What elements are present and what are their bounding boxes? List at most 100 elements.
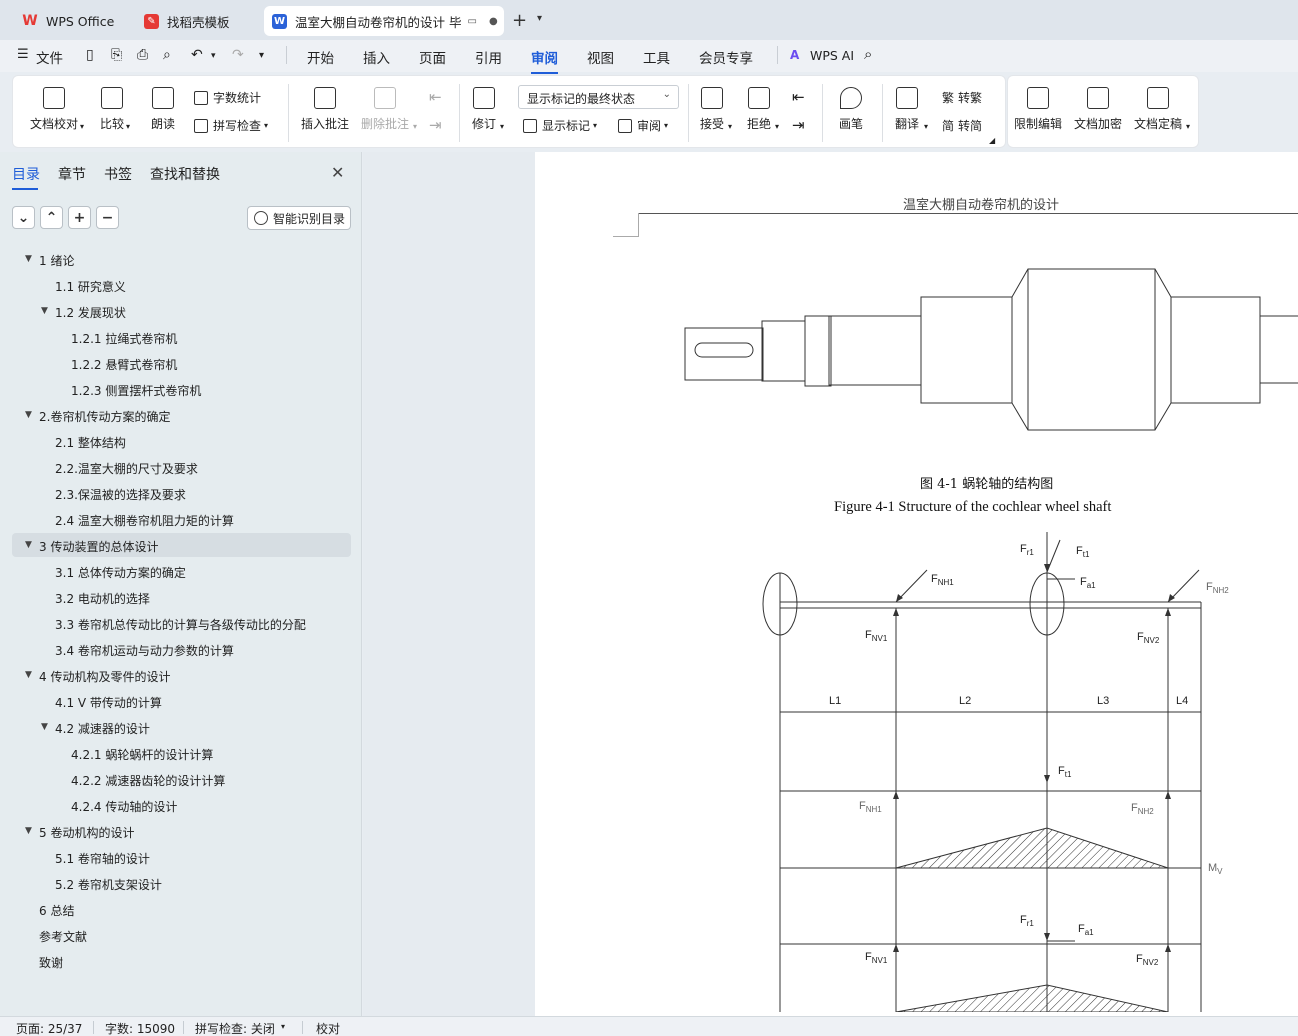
spell-check-button[interactable]: 拼写检查 ▾ — [194, 117, 268, 134]
tab-document[interactable]: W 温室大棚自动卷帘机的设计 毕 ▭ ● — [264, 6, 504, 36]
translate-button[interactable]: 翻译 — [895, 87, 919, 132]
toc-item[interactable]: 1 绪论 — [39, 252, 74, 269]
next-change-icon[interactable]: ⇥ — [792, 116, 805, 134]
toc-item[interactable]: 4.2.4 传动轴的设计 — [71, 798, 177, 815]
markup-state-select[interactable]: 显示标记的最终状态 ⌄ — [518, 85, 679, 109]
toc-item[interactable]: 5.1 卷帘轴的设计 — [55, 850, 150, 867]
toc-expand-toggle-icon[interactable]: ▼ — [25, 254, 32, 264]
sidebar-tab-chapters[interactable]: 章节 — [58, 164, 86, 184]
unsaved-dot-icon[interactable]: ● — [489, 16, 498, 27]
search-icon[interactable]: ⌕ — [864, 45, 872, 63]
toc-item[interactable]: 4.1 V 带传动的计算 — [55, 694, 162, 711]
dialog-launcher-icon[interactable]: ◢ — [989, 136, 995, 145]
toc-item[interactable]: 致谢 — [39, 954, 63, 971]
smart-toc-button[interactable]: 智能识别目录 — [247, 206, 351, 230]
toc-item[interactable]: 2.2.温室大棚的尺寸及要求 — [55, 460, 198, 477]
hamburger-icon[interactable]: ☰ — [17, 47, 29, 62]
status-word-count[interactable]: 字数: 15090 — [105, 1020, 175, 1036]
doc-check-button[interactable]: 文档校对 — [30, 87, 78, 132]
translate-chevron-icon[interactable]: ▾ — [924, 122, 928, 131]
toc-item[interactable]: 5.2 卷帘机支架设计 — [55, 876, 162, 893]
undo-icon[interactable]: ↶ — [191, 47, 203, 63]
toc-item[interactable]: 3.2 电动机的选择 — [55, 590, 150, 607]
status-spell-check[interactable]: 拼写检查: 关闭 — [195, 1020, 275, 1036]
add-heading-button[interactable]: + — [68, 206, 91, 229]
menu-item-insert[interactable]: 插入 — [363, 47, 390, 67]
menu-item-home[interactable]: 开始 — [307, 47, 334, 67]
toc-expand-toggle-icon[interactable]: ▼ — [25, 540, 32, 550]
toc-item[interactable]: 6 总结 — [39, 902, 74, 919]
toc-item[interactable]: 2.卷帘机传动方案的确定 — [39, 408, 170, 425]
toc-expand-toggle-icon[interactable]: ▼ — [25, 826, 32, 836]
sidebar-tab-bookmarks[interactable]: 书签 — [104, 164, 132, 184]
menu-item-tools[interactable]: 工具 — [643, 47, 670, 67]
show-markup-button[interactable]: 显示标记 ▾ — [523, 117, 597, 134]
menu-item-wps-ai[interactable]: WPS AI — [810, 48, 854, 63]
reject-chevron-icon[interactable]: ▾ — [775, 122, 779, 131]
toc-item[interactable]: 4.2.2 减速器齿轮的设计计算 — [71, 772, 225, 789]
toc-item[interactable]: 3 传动装置的总体设计 — [39, 538, 158, 555]
menu-item-page[interactable]: 页面 — [419, 47, 446, 67]
status-page[interactable]: 页面: 25/37 — [16, 1020, 82, 1036]
toc-item[interactable]: 4 传动机构及零件的设计 — [39, 668, 170, 685]
toc-item[interactable]: 2.1 整体结构 — [55, 434, 126, 451]
toc-item[interactable]: 3.3 卷帘机总传动比的计算与各级传动比的分配 — [55, 616, 306, 633]
sidebar-tab-find-replace[interactable]: 查找和替换 — [150, 164, 220, 184]
doc-check-chevron-icon[interactable]: ▾ — [80, 122, 84, 131]
save-icon[interactable]: ▯ — [86, 47, 94, 63]
status-proofread[interactable]: 校对 — [316, 1020, 340, 1036]
menu-item-view[interactable]: 视图 — [587, 47, 614, 67]
collapse-all-button[interactable]: ⌃ — [40, 206, 63, 229]
toc-item[interactable]: 4.2 减速器的设计 — [55, 720, 150, 737]
tab-wps-office[interactable]: W WPS Office — [8, 6, 124, 36]
word-count-button[interactable]: 字数统计 — [194, 89, 261, 106]
toc-expand-toggle-icon[interactable]: ▼ — [25, 670, 32, 680]
restrict-edit-button[interactable]: 限制编辑 — [1014, 87, 1062, 132]
new-tab-plus-icon[interactable]: + — [512, 10, 527, 31]
toc-expand-toggle-icon[interactable]: ▼ — [25, 410, 32, 420]
read-aloud-button[interactable]: 朗读 — [151, 87, 175, 132]
toc-item[interactable]: 1.1 研究意义 — [55, 278, 126, 295]
accept-button[interactable]: 接受 — [700, 87, 724, 132]
reject-button[interactable]: 拒绝 — [747, 87, 771, 132]
accept-chevron-icon[interactable]: ▾ — [728, 122, 732, 131]
to-simplified-button[interactable]: 简 转简 — [942, 117, 982, 134]
compare-button[interactable]: 比较 — [100, 87, 124, 132]
toc-item[interactable]: 1.2.2 悬臂式卷帘机 — [71, 356, 177, 373]
toc-item[interactable]: 3.1 总体传动方案的确定 — [55, 564, 186, 581]
revise-button[interactable]: 修订 — [472, 87, 496, 132]
finalize-button[interactable]: 文档定稿 — [1134, 87, 1182, 132]
previous-change-icon[interactable]: ⇤ — [792, 88, 805, 106]
quick-access-chevron-icon[interactable]: ▾ — [259, 50, 264, 61]
menu-item-references[interactable]: 引用 — [475, 47, 502, 67]
close-icon[interactable]: ✕ — [331, 163, 344, 182]
menu-item-membership[interactable]: 会员专享 — [699, 47, 753, 67]
remove-heading-button[interactable]: − — [96, 206, 119, 229]
toc-item[interactable]: 参考文献 — [39, 928, 87, 945]
wps-ai-logo-icon[interactable]: A — [790, 48, 799, 62]
print-preview-icon[interactable]: ⌕ — [163, 47, 171, 63]
toc-expand-toggle-icon[interactable]: ▼ — [41, 722, 48, 732]
next-comment-icon[interactable]: ⇥ — [429, 116, 442, 134]
to-traditional-button[interactable]: 繁 转繁 — [942, 89, 982, 106]
toc-item[interactable]: 1.2.3 侧置摆杆式卷帘机 — [71, 382, 201, 399]
toc-expand-toggle-icon[interactable]: ▼ — [41, 306, 48, 316]
toc-item[interactable]: 1.2.1 拉绳式卷帘机 — [71, 330, 177, 347]
expand-all-button[interactable]: ⌄ — [12, 206, 35, 229]
toc-item[interactable]: 3.4 卷帘机运动与动力参数的计算 — [55, 642, 234, 659]
undo-menu-chevron-icon[interactable]: ▾ — [211, 51, 216, 61]
insert-comment-button[interactable]: 插入批注 — [301, 87, 349, 132]
encrypt-button[interactable]: 文档加密 — [1074, 87, 1122, 132]
pen-button[interactable]: 画笔 — [839, 87, 863, 132]
export-icon[interactable]: ⎘ — [111, 47, 122, 63]
redo-icon[interactable]: ↷ — [232, 47, 244, 63]
toc-item[interactable]: 5 卷动机构的设计 — [39, 824, 134, 841]
sidebar-tab-toc[interactable]: 目录 — [12, 164, 40, 190]
revise-chevron-icon[interactable]: ▾ — [500, 122, 504, 131]
menu-file[interactable]: 文件 — [36, 47, 63, 67]
menu-item-review[interactable]: 审阅 — [531, 47, 558, 74]
tab-list-chevron-icon[interactable]: ▾ — [537, 13, 542, 24]
previous-comment-icon[interactable]: ⇤ — [429, 88, 442, 106]
spell-check-chevron-icon[interactable]: ▾ — [281, 1022, 285, 1031]
finalize-chevron-icon[interactable]: ▾ — [1186, 122, 1190, 131]
